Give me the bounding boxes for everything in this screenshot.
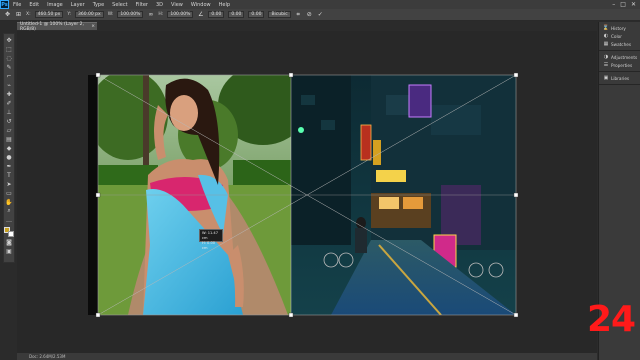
menu-window[interactable]: Window [187,2,215,8]
tools-panel: ✥ ⬚ ◌ ✎ ⌐ ⌁ ✚ ✐ ⊥ ↺ ▱ ▤ ◆ ● ✒ T ➤ ▭ ✋ ⌕ … [3,33,15,263]
panel-swatches[interactable]: ▦ Swatches [599,40,640,48]
menu-view[interactable]: View [167,2,187,8]
move-tool-icon[interactable]: ✥ [4,11,11,18]
menu-help[interactable]: Help [215,2,234,8]
panel-label: Swatches [611,41,632,47]
woman-photo [88,75,291,315]
document-tab[interactable]: Untitled-1 @ 100% (Layer 2, RGB/8) × [17,21,97,32]
lasso-tool-icon[interactable]: ◌ [5,54,14,62]
document-size: Doc: 2.64M/2.53M [29,354,66,359]
y-label: Y: [67,12,71,17]
zoom-tool-icon[interactable]: ⌕ [5,207,14,215]
path-selection-tool-icon[interactable]: ➤ [5,180,14,188]
x-position-field[interactable]: 460.50 px [34,11,64,18]
height-field[interactable]: 100.00% [167,11,194,18]
commit-transform-icon[interactable]: ✓ [317,11,324,18]
tooltip-width: W: 11.47 cm [202,231,218,240]
photoshop-logo: Ps [0,0,9,9]
menu-image[interactable]: Image [43,2,67,8]
h-label: H: [158,12,164,17]
rectangle-tool-icon[interactable]: ▭ [5,189,14,197]
panel-adjustments[interactable]: ◑ Adjustments [599,53,640,61]
layer-image-woman[interactable] [88,75,291,315]
menu-select[interactable]: Select [108,2,131,8]
menu-filter[interactable]: Filter [132,2,152,8]
swatches-icon: ▦ [603,41,609,47]
properties-icon: ☰ [603,62,609,68]
color-icon: ◐ [603,33,609,39]
panel-label: Properties [611,62,633,68]
clone-stamp-tool-icon[interactable]: ⊥ [5,108,14,116]
more-tools-icon[interactable]: … [5,216,14,224]
menu-3d[interactable]: 3D [152,2,167,8]
panel-color[interactable]: ◐ Color [599,32,640,40]
episode-number: 24 [587,299,636,340]
x-label: X: [26,12,31,17]
warp-icon[interactable]: ⌗ [295,11,302,18]
hand-tool-icon[interactable]: ✋ [5,198,14,206]
panel-history[interactable]: ⌛ History [599,24,640,32]
crop-tool-icon[interactable]: ⌐ [5,72,14,80]
menu-type[interactable]: Type [89,2,108,8]
minimize-button[interactable]: – [612,1,615,8]
panel-group-3: ▣ Libraries [599,72,640,85]
dodge-tool-icon[interactable]: ● [5,153,14,161]
panel-group-1: ⌛ History ◐ Color ▦ Swatches [599,22,640,51]
w-label: W: [107,12,114,17]
interpolation-select[interactable]: Bicubic [268,11,291,18]
panel-properties[interactable]: ☰ Properties [599,61,640,69]
maximize-button[interactable]: □ [620,1,626,8]
width-field[interactable]: 100.00% [117,11,144,18]
layer-image-street[interactable] [291,75,516,315]
y-position-field[interactable]: 360.00 px [74,11,104,18]
cancel-transform-icon[interactable]: ⊘ [306,11,313,18]
angle-field[interactable]: 0.00 [208,11,225,18]
background-color[interactable] [8,231,14,237]
angle-icon: ∠ [198,11,204,18]
move-tool-icon[interactable]: ✥ [5,36,14,44]
reference-point-icon[interactable]: ⊞ [15,11,22,18]
brush-tool-icon[interactable]: ✐ [5,99,14,107]
close-tab-icon[interactable]: × [91,24,97,29]
eraser-tool-icon[interactable]: ▱ [5,126,14,134]
transform-tooltip: W: 11.47 cm H: 0.00 cm [199,229,223,250]
options-bar: ✥ ⊞ X: 460.50 px Y: 360.00 px W: 100.00%… [0,9,640,21]
color-swatches[interactable] [4,227,14,237]
document-tab-title: Untitled-1 @ 100% (Layer 2, RGB/8) [20,21,84,32]
eyedropper-tool-icon[interactable]: ⌁ [5,81,14,89]
tooltip-height: H: 0.00 cm [202,241,216,250]
libraries-icon: ▣ [603,75,609,81]
street-photo [291,75,516,315]
blur-tool-icon[interactable]: ◆ [5,144,14,152]
panel-label: Color [611,33,622,39]
menu-edit[interactable]: Edit [25,2,43,8]
history-icon: ⌛ [602,25,610,31]
panel-label: Libraries [611,75,630,81]
h-skew-field[interactable]: 0.00 [228,11,245,18]
quick-select-tool-icon[interactable]: ✎ [5,63,14,71]
type-tool-icon[interactable]: T [5,171,14,179]
screen-mode-icon[interactable]: ▣ [5,247,14,255]
adjustments-icon: ◑ [603,54,609,60]
v-skew-field[interactable]: 0.00 [248,11,265,18]
panel-label: History [611,25,626,31]
close-button[interactable]: ✕ [631,1,636,8]
window-controls: – □ ✕ [612,1,640,8]
black-edge [88,75,98,315]
panel-libraries[interactable]: ▣ Libraries [599,74,640,82]
status-bar: Doc: 2.64M/2.53M [17,353,597,360]
pen-tool-icon[interactable]: ✒ [5,162,14,170]
marquee-tool-icon[interactable]: ⬚ [5,45,14,53]
menu-file[interactable]: File [9,2,25,8]
gradient-tool-icon[interactable]: ▤ [5,135,14,143]
panel-group-2: ◑ Adjustments ☰ Properties [599,51,640,72]
link-icon[interactable]: ∞ [147,11,154,18]
menu-bar: Ps File Edit Image Layer Type Select Fil… [0,0,640,9]
panel-label: Adjustments [611,54,638,60]
history-brush-tool-icon[interactable]: ↺ [5,117,14,125]
healing-brush-tool-icon[interactable]: ✚ [5,90,14,98]
quick-mask-icon[interactable]: ◙ [5,238,14,246]
menu-layer[interactable]: Layer [67,2,89,8]
